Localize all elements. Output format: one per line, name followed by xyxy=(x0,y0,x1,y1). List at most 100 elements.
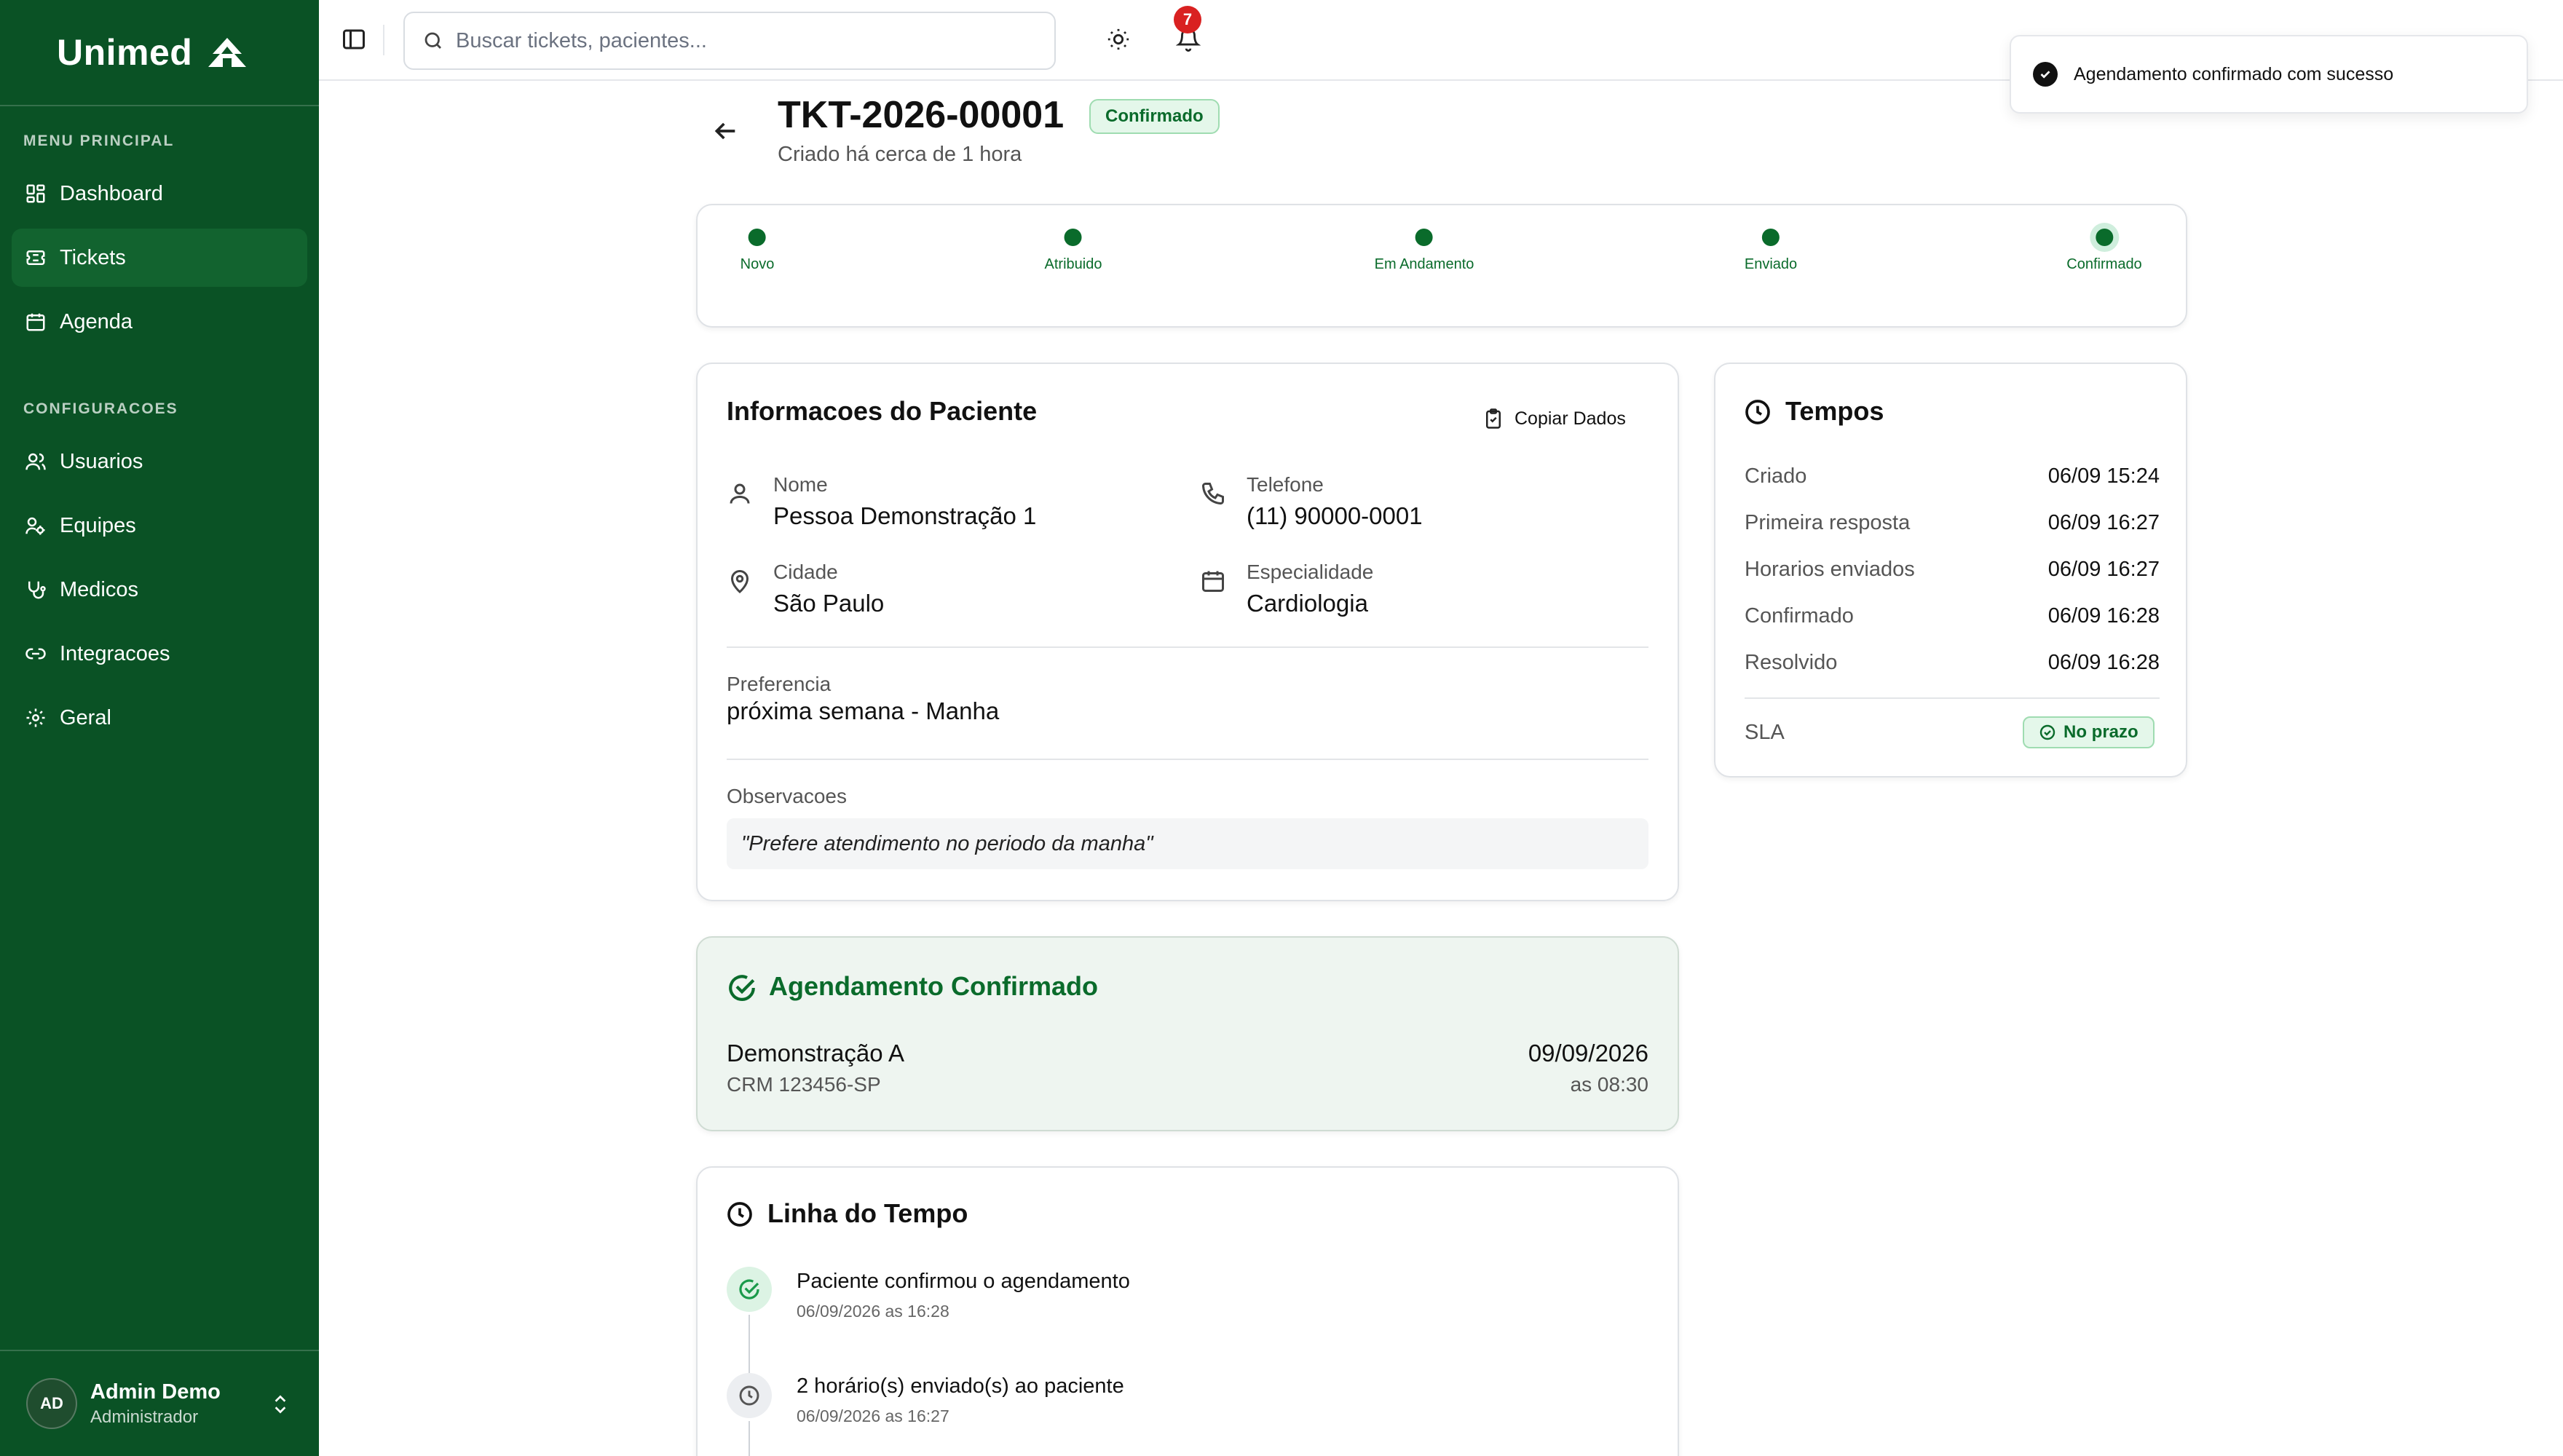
field-nome: Nome Pessoa Demonstração 1 xyxy=(727,473,1036,530)
timeline-connector xyxy=(749,1315,750,1374)
tempo-row-criado: Criado 06/09 15:24 xyxy=(1745,464,2160,488)
step-dot xyxy=(1415,229,1433,246)
appointment-date: 09/09/2026 xyxy=(1528,1040,1648,1067)
tempo-label: Primeira resposta xyxy=(1745,511,1911,534)
stethoscope-icon xyxy=(28,581,46,599)
theme-toggle-button[interactable] xyxy=(1097,17,1140,61)
step-confirmado: Confirmado xyxy=(2066,229,2142,273)
team-icon xyxy=(25,517,45,535)
dashboard-icon xyxy=(26,184,45,203)
step-novo: Novo xyxy=(741,229,774,273)
clock-icon xyxy=(727,1202,752,1227)
tempo-value: 06/09 16:27 xyxy=(2047,511,2160,534)
page-title: TKT-2026-00001 xyxy=(778,94,1065,136)
cidade-value: São Paulo xyxy=(773,590,885,617)
tempo-value: 06/09 16:28 xyxy=(2047,604,2160,628)
timeline-event-icon xyxy=(727,1267,772,1312)
timeline-title: Linha do Tempo xyxy=(767,1198,968,1228)
section-config-label: CONFIGURACOES xyxy=(23,400,178,417)
sidebar-item-label: Tickets xyxy=(60,245,126,269)
appointment-time: as 08:30 xyxy=(1570,1073,1648,1096)
timeline-connector xyxy=(749,1421,750,1456)
sidebar-item-label: Dashboard xyxy=(60,181,163,205)
sidebar-item-equipes[interactable]: Equipes xyxy=(12,496,307,555)
search-icon xyxy=(424,32,441,49)
phone-icon xyxy=(1201,483,1224,505)
step-enviado: Enviado xyxy=(1745,229,1797,273)
chevron-up-down-icon[interactable] xyxy=(271,1392,290,1417)
tempo-row-horarios-enviados: Horarios enviados 06/09 16:27 xyxy=(1745,558,2160,582)
users-icon xyxy=(25,453,46,470)
avatar: AD xyxy=(26,1378,77,1429)
appointment-confirmed-card: Agendamento Confirmado Demonstração A CR… xyxy=(696,936,1679,1131)
step-dot-current xyxy=(2095,229,2113,246)
step-label: Em Andamento xyxy=(1374,256,1474,272)
sidebar-item-label: Medicos xyxy=(60,577,138,601)
search-input[interactable] xyxy=(456,28,1024,53)
step-label: Enviado xyxy=(1744,256,1798,272)
step-label: Confirmado xyxy=(2066,256,2142,272)
cidade-label: Cidade xyxy=(773,561,838,583)
user-role: Administrador xyxy=(90,1406,199,1427)
tempo-label: Resolvido xyxy=(1745,651,1838,674)
header-divider xyxy=(383,25,384,55)
sla-badge: No prazo xyxy=(2023,716,2155,748)
ticket-icon xyxy=(26,250,45,265)
copy-data-button[interactable]: Copiar Dados xyxy=(1482,402,1626,435)
sidebar-item-label: Geral xyxy=(60,705,111,729)
sidebar-item-medicos[interactable]: Medicos xyxy=(12,561,307,619)
clock-icon xyxy=(739,1385,759,1406)
field-telefone: Telefone (11) 90000-0001 xyxy=(1200,473,1423,530)
sidebar-item-label: Agenda xyxy=(60,309,133,333)
created-time: Criado há cerca de 1 hora xyxy=(778,143,1022,166)
brand-logo[interactable]: Unimed xyxy=(0,0,319,106)
section-main-label: MENU PRINCIPAL xyxy=(23,132,175,149)
step-em-andamento: Em Andamento xyxy=(1375,229,1474,273)
tempo-row-resolvido: Resolvido 06/09 16:28 xyxy=(1745,651,2160,675)
timeline-event-time: 06/09/2026 as 16:27 xyxy=(797,1406,949,1425)
especialidade-label: Especialidade xyxy=(1247,561,1374,583)
tempo-row-primeira-resposta: Primeira resposta 06/09 16:27 xyxy=(1745,511,2160,535)
toast-notification[interactable]: Agendamento confirmado com sucesso xyxy=(2010,35,2528,114)
sidebar-item-dashboard[interactable]: Dashboard xyxy=(12,165,307,223)
copy-data-label: Copiar Dados xyxy=(1514,408,1626,429)
preferencia-label: Preferencia xyxy=(727,673,832,695)
preferencia-value: próxima semana - Manha xyxy=(727,697,1000,724)
tempos-title: Tempos xyxy=(1785,396,1884,426)
clock-icon xyxy=(1745,400,1770,424)
calendar-icon xyxy=(26,313,45,331)
observacoes-value: "Prefere atendimento no periodo da manha… xyxy=(727,818,1648,869)
sidebar-toggle-icon[interactable] xyxy=(341,26,367,52)
patient-info-card: Informacoes do Paciente Copiar Dados Nom… xyxy=(696,363,1679,901)
status-badge: Confirmado xyxy=(1089,99,1220,134)
status-stepper: Novo Atribuido Em Andamento Enviado Conf… xyxy=(696,204,2187,328)
search-box[interactable] xyxy=(403,12,1056,70)
timeline-event-title: 2 horário(s) enviado(s) ao paciente xyxy=(797,1374,1124,1398)
telefone-value: (11) 90000-0001 xyxy=(1247,502,1423,529)
check-circle-icon xyxy=(2033,62,2058,87)
map-pin-icon xyxy=(730,570,749,593)
timeline-event-title: Paciente confirmou o agendamento xyxy=(797,1270,1130,1293)
sidebar-item-usuarios[interactable]: Usuarios xyxy=(12,432,307,491)
sidebar-item-tickets[interactable]: Tickets xyxy=(12,229,307,287)
back-arrow-icon[interactable] xyxy=(711,116,740,146)
step-atribuido: Atribuido xyxy=(1045,229,1102,273)
telefone-label: Telefone xyxy=(1247,473,1324,496)
unimed-tree-icon xyxy=(208,38,247,67)
sidebar-item-integracoes[interactable]: Integracoes xyxy=(12,625,307,683)
check-circle-icon xyxy=(739,1279,759,1299)
gear-icon xyxy=(26,708,45,727)
check-circle-icon xyxy=(2039,724,2055,740)
check-circle-icon xyxy=(729,975,755,1001)
timeline-event-time: 06/09/2026 as 16:28 xyxy=(797,1302,949,1321)
tempo-label: Horarios enviados xyxy=(1745,558,1915,581)
divider xyxy=(1745,697,2160,699)
sidebar-item-agenda[interactable]: Agenda xyxy=(12,293,307,351)
step-dot xyxy=(1065,229,1082,246)
sidebar-item-label: Integracoes xyxy=(60,641,170,665)
sla-status: No prazo xyxy=(2064,722,2139,742)
user-menu[interactable]: AD Admin Demo Administrador xyxy=(0,1350,319,1456)
sidebar-item-geral[interactable]: Geral xyxy=(12,689,307,747)
doctor-crm: CRM 123456-SP xyxy=(727,1073,881,1096)
field-especialidade: Especialidade Cardiologia xyxy=(1200,561,1373,617)
